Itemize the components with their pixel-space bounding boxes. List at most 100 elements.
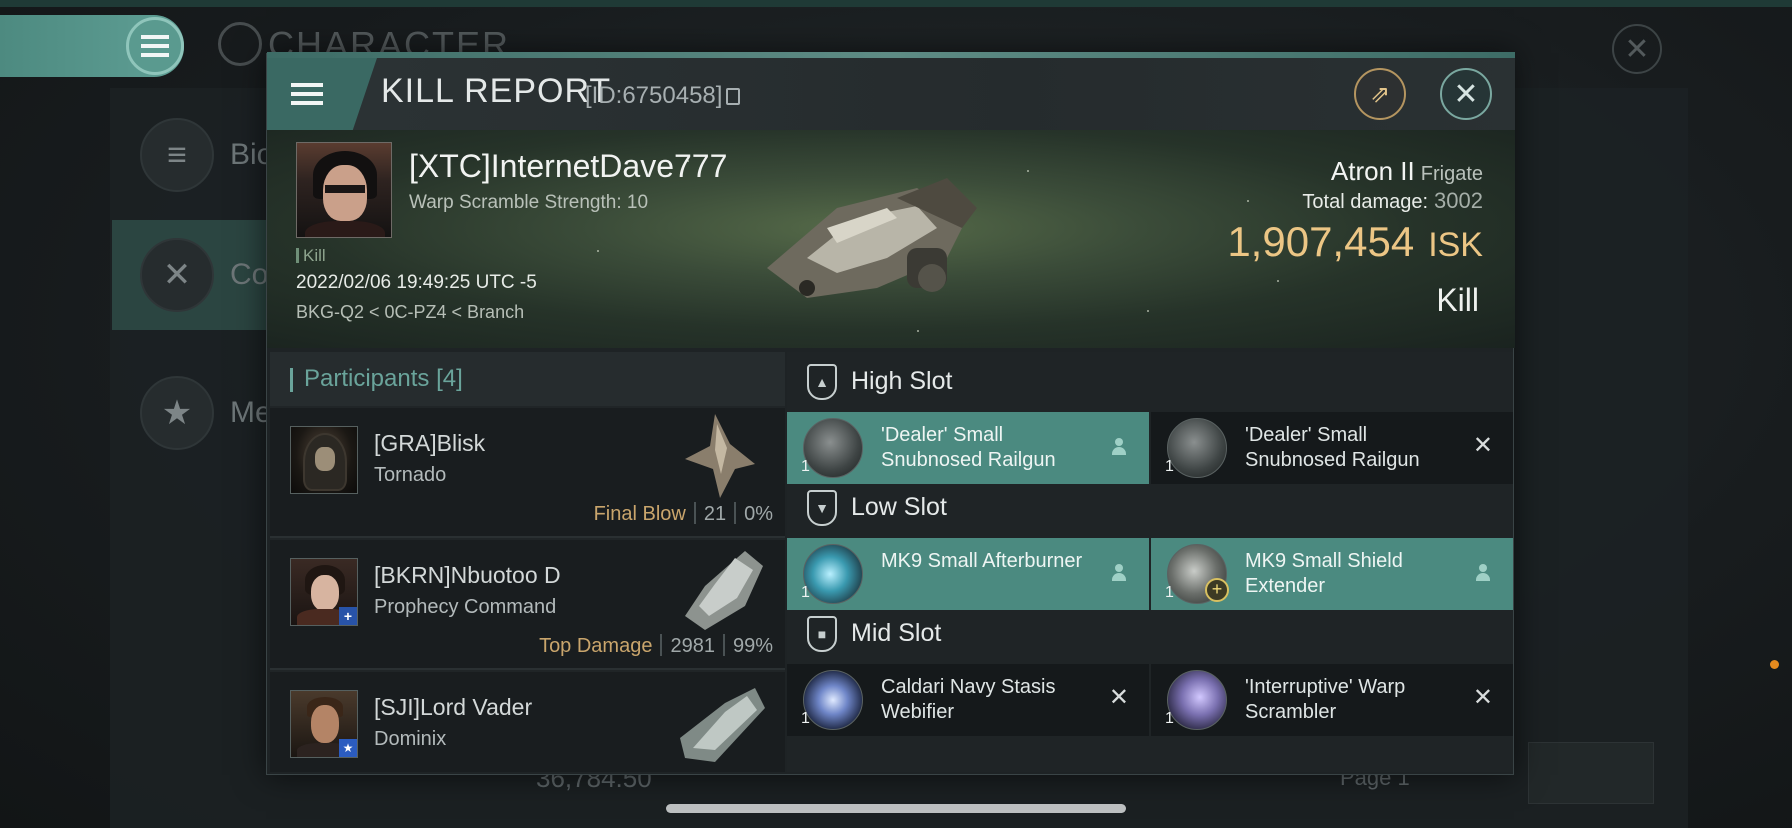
high-slot-header: ▲ High Slot xyxy=(787,352,1513,412)
participant-stats: Top Damage 2981 99% xyxy=(539,634,773,657)
module-item[interactable]: 1 'Dealer' Small Snubnosed Railgun xyxy=(787,412,1149,484)
participants-header: Participants [4] xyxy=(270,352,785,406)
module-item[interactable]: 1 MK9 Small Afterburner xyxy=(787,538,1149,610)
dialog-accent-line xyxy=(267,52,1515,58)
destroyed-x-icon: ✕ xyxy=(1472,432,1493,459)
top-bar xyxy=(0,0,1792,7)
nav-item-medals[interactable]: ★ Me xyxy=(112,358,282,468)
menu-icon: ≡ xyxy=(140,118,214,192)
kill-timestamp: 2022/02/06 19:49:25 UTC -5 xyxy=(296,272,537,293)
victim-name[interactable]: [XTC]InternetDave777 xyxy=(409,148,727,185)
module-quantity: 1 xyxy=(801,710,810,727)
victim-banner: [XTC]InternetDave777 Warp Scramble Stren… xyxy=(267,130,1515,348)
module-name: 'Interruptive' Warp Scrambler xyxy=(1245,676,1406,723)
fitted-person-icon xyxy=(1111,564,1127,582)
nav-item-combat[interactable]: ✕ Co xyxy=(112,220,282,330)
total-damage: Total damage: 3002 xyxy=(1302,188,1483,213)
module-name: MK9 Small Afterburner xyxy=(881,550,1083,572)
horizontal-scrollbar[interactable] xyxy=(666,804,1126,813)
close-icon: ✕ xyxy=(1624,32,1650,66)
report-id[interactable]: [ID:6750458] xyxy=(585,82,741,110)
corp-badge-icon: + xyxy=(339,607,357,625)
participant-avatar[interactable]: ★ xyxy=(290,690,358,758)
low-slot-header: ▼ Low Slot xyxy=(787,478,1513,538)
fitted-person-icon xyxy=(1475,564,1491,582)
module-item[interactable]: 1 'Dealer' Small Snubnosed Railgun ✕ xyxy=(1151,412,1513,484)
high-slot-icon: ▲ xyxy=(807,364,837,400)
module-item[interactable]: 1 'Interruptive' Warp Scrambler ✕ xyxy=(1151,664,1513,736)
result-label: Kill xyxy=(1436,282,1479,318)
participant-row[interactable]: ★ [SJI]Lord Vader Dominix xyxy=(270,672,785,772)
module-quantity: 1 xyxy=(801,458,810,475)
participant-avatar[interactable] xyxy=(290,426,358,494)
slot-label: High Slot xyxy=(851,367,953,395)
participant-ship: Dominix xyxy=(374,728,447,750)
low-slot-icon: ▼ xyxy=(807,490,837,526)
dialog-title: KILL REPORT xyxy=(381,72,612,110)
mid-slot-icon: ■ xyxy=(807,616,837,652)
participant-ship-image xyxy=(685,414,755,498)
module-quantity: 1 xyxy=(1165,458,1174,475)
participant-ship: Tornado xyxy=(374,464,447,486)
participants-label: Participants xyxy=(304,365,430,392)
star-badge-icon: ★ xyxy=(339,739,357,757)
warp-scramble-strength: Warp Scramble Strength: 10 xyxy=(409,192,649,213)
participant-stats: Final Blow 21 0% xyxy=(593,502,773,525)
plus-badge-icon: + xyxy=(1205,578,1229,602)
module-quantity: 1 xyxy=(1165,584,1174,601)
railgun-icon xyxy=(1167,418,1227,478)
participant-ship-image xyxy=(685,551,763,630)
main-menu-button[interactable] xyxy=(126,17,184,75)
participant-ship-image xyxy=(680,688,765,762)
menu-icon xyxy=(141,35,169,57)
notification-dot xyxy=(1770,660,1779,669)
isk-value: 1,907,454 ISK xyxy=(1227,218,1483,265)
fitted-person-icon xyxy=(1111,438,1127,456)
character-icon xyxy=(218,22,262,66)
dialog-close-button[interactable]: ✕ xyxy=(1440,68,1492,120)
mid-slot-header: ■ Mid Slot xyxy=(787,604,1513,664)
nav-item-bio[interactable]: ≡ Bio xyxy=(112,100,282,210)
background-close-button[interactable]: ✕ xyxy=(1612,24,1662,74)
warp-scrambler-icon xyxy=(1167,670,1227,730)
menu-icon xyxy=(291,83,323,105)
kill-location[interactable]: BKG-Q2 < 0C-PZ4 < Branch xyxy=(296,302,524,323)
participant-row[interactable]: [GRA]Blisk Tornado Final Blow 21 0% xyxy=(270,408,785,538)
fitting-panel: ▲ High Slot 1 'Dealer' Small Snubnosed R… xyxy=(787,352,1513,772)
module-name: 'Dealer' Small Snubnosed Railgun xyxy=(881,424,1056,471)
copy-icon[interactable] xyxy=(726,88,741,105)
participants-panel: Participants [4] [GRA]Blisk Tornado Fina… xyxy=(270,352,785,772)
victim-ship-name[interactable]: Atron II Frigate xyxy=(1331,156,1483,187)
filter-button[interactable] xyxy=(1528,742,1654,804)
participant-ship: Prophecy Command xyxy=(374,596,557,618)
module-item[interactable]: + 1 MK9 Small Shield Extender xyxy=(1151,538,1513,610)
participant-avatar[interactable]: + xyxy=(290,558,358,626)
module-name: Caldari Navy Stasis Webifier xyxy=(881,676,1056,723)
stasis-webifier-icon xyxy=(803,670,863,730)
slot-label: Mid Slot xyxy=(851,619,942,647)
participant-name: [BKRN]Nbuotoo D xyxy=(374,562,561,588)
victim-ship-image[interactable] xyxy=(747,148,987,318)
participant-row[interactable]: + [BKRN]Nbuotoo D Prophecy Command Top D… xyxy=(270,540,785,670)
external-link-icon: ⇗ xyxy=(1369,80,1391,108)
module-quantity: 1 xyxy=(1165,710,1174,727)
share-button[interactable]: ⇗ xyxy=(1354,68,1406,120)
report-id-text: [ID:6750458] xyxy=(585,82,723,109)
participant-name: [GRA]Blisk xyxy=(374,430,486,456)
destroyed-x-icon: ✕ xyxy=(1472,684,1493,711)
kill-report-dialog: KILL REPORT [ID:6750458] ⇗ ✕ [XTC]Intern… xyxy=(266,52,1515,775)
star-icon: ★ xyxy=(140,376,214,450)
module-name: MK9 Small Shield Extender xyxy=(1245,550,1403,597)
destroyed-x-icon: ✕ xyxy=(1108,684,1129,711)
crossed-swords-icon: ✕ xyxy=(140,238,214,312)
participant-name: [SJI]Lord Vader xyxy=(374,694,533,720)
railgun-icon xyxy=(803,418,863,478)
kill-tag: Kill xyxy=(296,246,326,266)
module-name: 'Dealer' Small Snubnosed Railgun xyxy=(1245,424,1420,471)
participants-count: [4] xyxy=(436,365,463,392)
module-item[interactable]: 1 Caldari Navy Stasis Webifier ✕ xyxy=(787,664,1149,736)
module-quantity: 1 xyxy=(801,584,810,601)
afterburner-icon xyxy=(803,544,863,604)
app-stage: CHARACTER ✕ ≡ Bio ✕ Co ★ Me 36,784.50 Pa… xyxy=(0,0,1792,828)
victim-portrait[interactable] xyxy=(296,142,392,238)
